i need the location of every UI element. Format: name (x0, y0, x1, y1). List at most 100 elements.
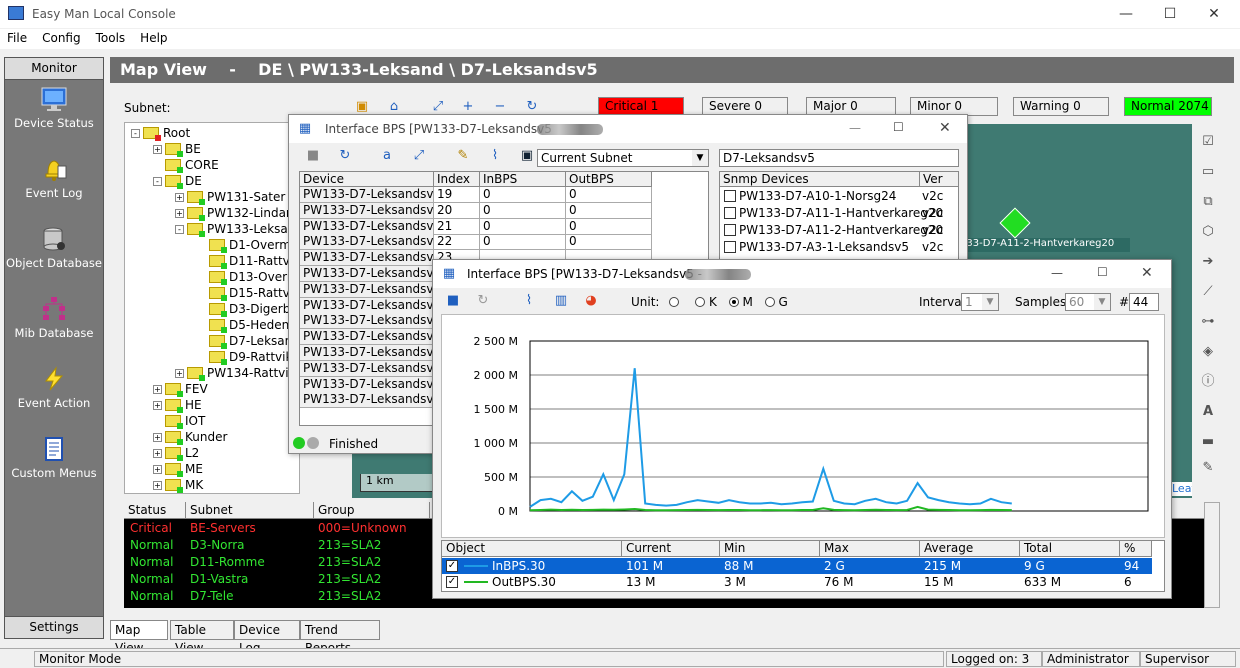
expand-icon[interactable]: + (153, 433, 162, 442)
menu-file[interactable]: File (0, 29, 35, 45)
event-cell-status[interactable]: Normal (130, 571, 173, 588)
minimize-button[interactable]: — (1051, 266, 1063, 280)
pencil-icon[interactable]: ✎ (455, 148, 471, 164)
expand-icon[interactable]: + (153, 481, 162, 490)
screen-icon[interactable]: ▭ (1200, 164, 1216, 180)
event-cell-subnet[interactable]: D3-Norra (190, 537, 245, 554)
close-button[interactable]: ✕ (939, 120, 951, 136)
checkbox[interactable]: ✓ (446, 576, 458, 588)
tree-node[interactable]: + PW131-Sater (175, 189, 285, 205)
event-cell-group[interactable]: 213=SLA2 (318, 554, 381, 571)
bps-cell[interactable]: PW133-D7-Leksandsv5 (300, 281, 434, 298)
sidebar-header[interactable]: Monitor (5, 58, 103, 80)
bps-cell[interactable]: PW133-D7-Leksandsv5 (300, 250, 434, 267)
column-object[interactable]: Object (442, 541, 622, 557)
checkbox[interactable]: ✓ (446, 560, 458, 572)
event-cell-subnet[interactable]: BE-Servers (190, 520, 256, 537)
event-cell-status[interactable]: Normal (130, 554, 173, 571)
tree-node[interactable]: - PW133-Leksand (175, 221, 299, 237)
tree-node[interactable]: CORE (153, 157, 219, 173)
chevron-down-icon[interactable]: ▼ (1094, 294, 1110, 310)
expand-icon[interactable]: + (175, 209, 184, 218)
text-icon[interactable]: A (1200, 404, 1216, 420)
zoom-in-icon[interactable]: + (460, 99, 476, 115)
check-icon[interactable]: ☑ (1200, 134, 1216, 150)
chevron-down-icon[interactable]: ▼ (692, 150, 708, 166)
expand-icon[interactable]: + (153, 401, 162, 410)
tree-node[interactable]: D3-Digerbac (197, 301, 299, 317)
maximize-button[interactable]: ☐ (1097, 265, 1108, 279)
refresh-icon[interactable]: ↻ (524, 99, 540, 115)
snmp-device-row[interactable]: PW133-D7-A11-1-Hantverkareg20 (724, 205, 943, 222)
object-table[interactable]: Object Current Min Max Average Total % ✓… (441, 540, 1165, 592)
checkbox[interactable] (724, 207, 736, 219)
snmp-device-row[interactable]: PW133-D7-A11-2-Hantverkareg20 (724, 222, 943, 239)
tree-node[interactable]: D1-Overmov (197, 237, 299, 253)
map-attribution[interactable]: Leaflet (1172, 482, 1192, 496)
subnet-tree[interactable]: - Root + BE CORE - DE + PW131-Sater + PW132-Lindan… (124, 122, 300, 494)
unit-radio-g[interactable] (764, 297, 775, 307)
expand-icon[interactable]: + (175, 193, 184, 202)
column-status[interactable]: Status (124, 502, 186, 519)
tree-node[interactable]: + BE (153, 141, 201, 157)
line-chart-icon[interactable]: ⌇ (521, 293, 537, 309)
zoom-out-icon[interactable]: − (492, 99, 508, 115)
fit-view-icon[interactable]: ⤢ (430, 99, 446, 115)
select-icon[interactable]: ⤢ (411, 148, 427, 164)
column-average[interactable]: Average (920, 541, 1020, 557)
bps-cell[interactable]: PW133-D7-Leksandsv5 (300, 187, 434, 203)
bps-cell[interactable]: PW133-D7-Leksandsv5 (300, 329, 434, 346)
checkbox[interactable] (724, 241, 736, 253)
tree-node[interactable]: - DE (153, 173, 202, 189)
snmp-device-row[interactable]: PW133-D7-A10-1-Norsg24 (724, 188, 896, 205)
tab-map-view[interactable]: Map View (110, 620, 168, 655)
status-warning[interactable]: Warning 0 (1013, 97, 1109, 116)
tree-node[interactable]: + Kunder (153, 429, 227, 445)
bps-cell[interactable]: PW133-D7-Leksandsv5 (300, 360, 434, 377)
bps-cell[interactable]: PW133-D7-Leksandsv5 (300, 297, 434, 314)
expand-icon[interactable]: + (153, 465, 162, 474)
close-button[interactable]: ✕ (1141, 265, 1153, 281)
tree-node[interactable]: D9-Rattviksv (197, 349, 299, 365)
menu-help[interactable]: Help (133, 29, 175, 45)
close-button[interactable]: ✕ (1194, 4, 1234, 24)
column-outbps[interactable]: OutBPS (566, 172, 652, 187)
tree-node[interactable]: + PW134-Rattvik (175, 365, 296, 381)
stop-icon[interactable]: ■ (305, 148, 321, 164)
bps-cell[interactable]: 0 (480, 202, 566, 219)
font-icon[interactable]: a (379, 148, 395, 164)
home-icon[interactable]: ⌂ (386, 99, 402, 115)
sidebar-item-mib-database[interactable]: Mib Database (5, 296, 103, 360)
event-cell-subnet[interactable]: D1-Vastra (190, 571, 248, 588)
column-subnet[interactable]: Subnet (186, 502, 314, 519)
event-cell-status[interactable]: Normal (130, 588, 173, 605)
tree-node[interactable]: + PW132-Lindan (175, 205, 294, 221)
unit-radio-none[interactable] (669, 297, 680, 307)
arrow-right-icon[interactable]: ➔ (1200, 254, 1216, 270)
bps-cell[interactable]: PW133-D7-Leksandsv5 (300, 392, 434, 409)
bps-cell[interactable]: 0 (566, 187, 652, 203)
bps-cell[interactable]: 21 (434, 218, 480, 235)
column-index[interactable]: Index (434, 172, 480, 187)
bps-cell[interactable]: 0 (566, 218, 652, 235)
bar-chart-icon[interactable]: ▥ (553, 293, 569, 309)
event-cell-status[interactable]: Critical (130, 520, 172, 537)
chevron-down-icon[interactable]: ▼ (982, 294, 998, 310)
refresh-icon[interactable]: ↻ (475, 293, 491, 309)
bps-cell[interactable]: PW133-D7-Leksandsv5 (300, 345, 434, 361)
minimize-button[interactable]: — (849, 121, 861, 135)
maximize-button[interactable]: ☐ (1150, 4, 1190, 24)
bps-cell[interactable]: 20 (434, 202, 480, 219)
bps-cell[interactable]: 0 (480, 187, 566, 203)
tree-node[interactable]: D11-Rattviks (197, 253, 299, 269)
column-group[interactable]: Group (314, 502, 430, 519)
column-current[interactable]: Current (622, 541, 720, 557)
cube-icon[interactable]: ⬡ (1200, 224, 1216, 240)
tree-node[interactable]: D5-Hedenjar (197, 317, 299, 333)
tree-node[interactable]: + ME (153, 461, 203, 477)
bps-cell[interactable]: 0 (566, 234, 652, 251)
line-icon[interactable]: ⟋ (1200, 284, 1216, 300)
tree-node[interactable]: D7-Leksand (197, 333, 299, 349)
column-percent[interactable]: % (1120, 541, 1152, 557)
expand-icon[interactable]: + (153, 385, 162, 394)
